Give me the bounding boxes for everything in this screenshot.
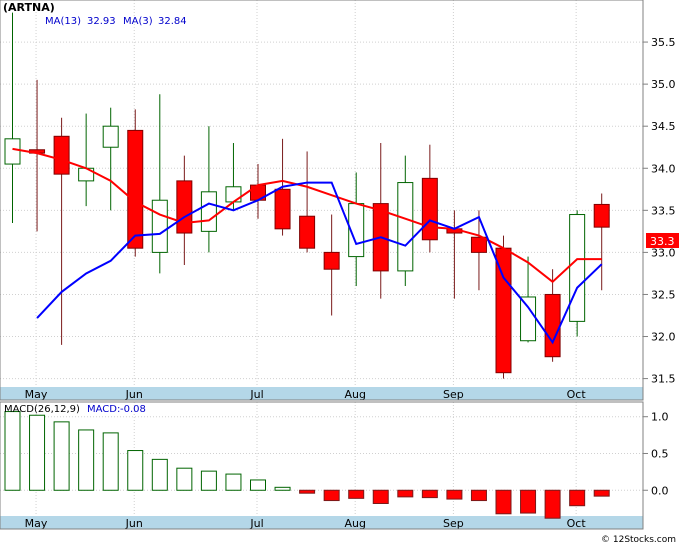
price-ytick-label: 34.5: [651, 120, 676, 133]
macd-bar-negative: [569, 489, 586, 507]
price-xtick-label: Sep: [443, 388, 464, 401]
macd-bar-negative: [593, 489, 610, 497]
macd-xtick-label: Aug: [344, 517, 365, 530]
price-xtick-label: Oct: [567, 388, 587, 401]
chart-svg: May Jun Jul Aug Sep Oct 31.5 32.0 32.5 33.0 33.5 3…: [0, 0, 680, 546]
candle-down: [323, 251, 340, 270]
candle-up: [200, 191, 217, 232]
candle-down: [470, 236, 487, 253]
price-xtick-label: Jul: [249, 388, 263, 401]
candle-up: [520, 296, 537, 342]
candle-up: [4, 138, 21, 165]
price-ytick-label: 31.5: [651, 373, 676, 386]
price-ytick-label: 33.5: [651, 204, 676, 217]
macd-bar-positive: [250, 479, 266, 491]
macd-legend-label: MACD:: [87, 404, 120, 415]
price-ytick-label: 34.0: [651, 162, 676, 175]
macd-bar-negative: [348, 489, 365, 499]
candle-down: [421, 177, 438, 241]
price-ytick-label: 35.0: [651, 78, 676, 91]
macd-bar-negative: [421, 489, 438, 499]
last-price-label: 33.3: [650, 235, 675, 248]
macd-bar-positive: [127, 450, 144, 491]
price-xtick-label: Aug: [344, 388, 365, 401]
macd-bar-negative: [544, 489, 561, 519]
watermark: © 12Stocks.com: [601, 535, 676, 545]
macd-bar-negative: [520, 489, 537, 514]
candle-down: [176, 180, 193, 234]
macd-bar-negative: [495, 489, 512, 515]
price-ytick-label: 33.0: [651, 246, 676, 259]
price-ytick-label: 32.5: [651, 288, 676, 301]
macd-ytick-label: 0.5: [651, 447, 669, 460]
stock-chart: May Jun Jul Aug Sep Oct 31.5 32.0 32.5 33.0 33.5 3…: [0, 0, 680, 546]
macd-bar-positive: [102, 432, 119, 491]
price-xtick-label: Jun: [125, 388, 143, 401]
candle-up: [102, 125, 119, 148]
candle-down: [593, 203, 610, 228]
candle-down: [274, 188, 291, 230]
macd-ytick-label: 1.0: [651, 411, 669, 424]
ma3-legend-label: MA(3): [123, 16, 153, 27]
macd-bar-positive: [29, 414, 46, 491]
candle-down: [127, 129, 144, 249]
candle-up: [569, 214, 586, 322]
macd-ytick-label: 0.0: [651, 484, 669, 497]
macd-bar-negative: [446, 489, 463, 500]
macd-bar-positive: [274, 486, 291, 491]
macd-bar-positive: [176, 467, 193, 491]
price-date-strip: [0, 387, 643, 400]
macd-title: MACD(26,12,9): [4, 404, 80, 415]
macd-xtick-label: Sep: [443, 517, 464, 530]
macd-bar-positive: [151, 458, 168, 491]
price-ytick-label: 32.0: [651, 331, 676, 344]
candle-down: [53, 135, 70, 175]
ma13-legend-label: MA(13): [45, 16, 81, 27]
macd-bar-positive: [225, 473, 242, 491]
macd-bar-positive: [78, 429, 95, 491]
chart-title: (ARTNA): [3, 1, 55, 14]
macd-bar-negative: [323, 489, 340, 502]
candle-up: [397, 182, 414, 272]
price-xtick-label: May: [25, 388, 48, 401]
macd-bar-positive: [200, 470, 217, 491]
macd-bar-negative: [372, 489, 389, 504]
candle-down: [299, 215, 316, 249]
candle-down: [544, 293, 561, 358]
ma3-legend-value: 32.84: [158, 16, 187, 27]
macd-bar-negative: [470, 489, 487, 502]
macd-bar-negative: [299, 489, 316, 494]
macd-bar-negative: [397, 489, 414, 498]
candle-up: [151, 199, 168, 253]
macd-xtick-label: Oct: [567, 517, 587, 530]
macd-xtick-label: Jun: [125, 517, 143, 530]
price-ytick-label: 35.5: [651, 36, 676, 49]
macd-xtick-label: Jul: [249, 517, 263, 530]
macd-bar-positive: [4, 411, 21, 491]
macd-xtick-label: May: [25, 517, 48, 530]
ma13-legend-value: 32.93: [87, 16, 116, 27]
macd-bar-positive: [53, 421, 70, 491]
candle-up: [225, 186, 242, 203]
macd-legend-value: -0.08: [120, 404, 146, 415]
